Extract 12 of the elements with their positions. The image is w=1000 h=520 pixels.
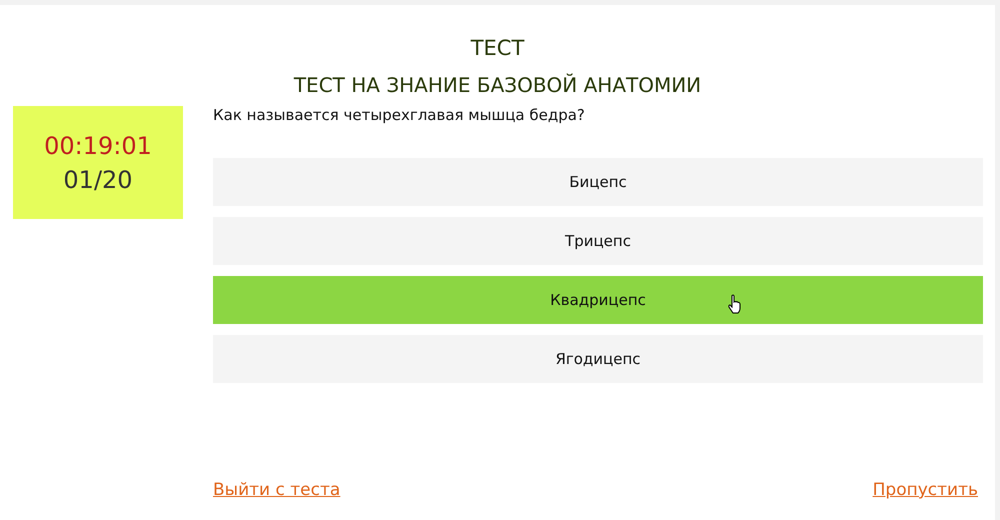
- test-title: ТЕСТ НА ЗНАНИЕ БАЗОВОЙ АНАТОМИИ: [294, 72, 702, 99]
- hand-cursor-icon: [728, 294, 742, 314]
- exit-test-link[interactable]: Выйти с теста: [213, 480, 340, 500]
- test-heading: ТЕСТ: [470, 35, 524, 62]
- answer-option[interactable]: Трицепс: [213, 217, 983, 265]
- question-counter: 01/20: [63, 166, 133, 194]
- skip-link[interactable]: Пропустить: [872, 480, 978, 500]
- answer-option[interactable]: Квадрицепс: [213, 276, 983, 324]
- timer: 00:19:01: [44, 132, 152, 160]
- question-text: Как называется четырехглавая мышца бедра?: [213, 106, 586, 126]
- answer-option[interactable]: Бицепс: [213, 158, 983, 206]
- answer-option[interactable]: Ягодицепс: [213, 335, 983, 383]
